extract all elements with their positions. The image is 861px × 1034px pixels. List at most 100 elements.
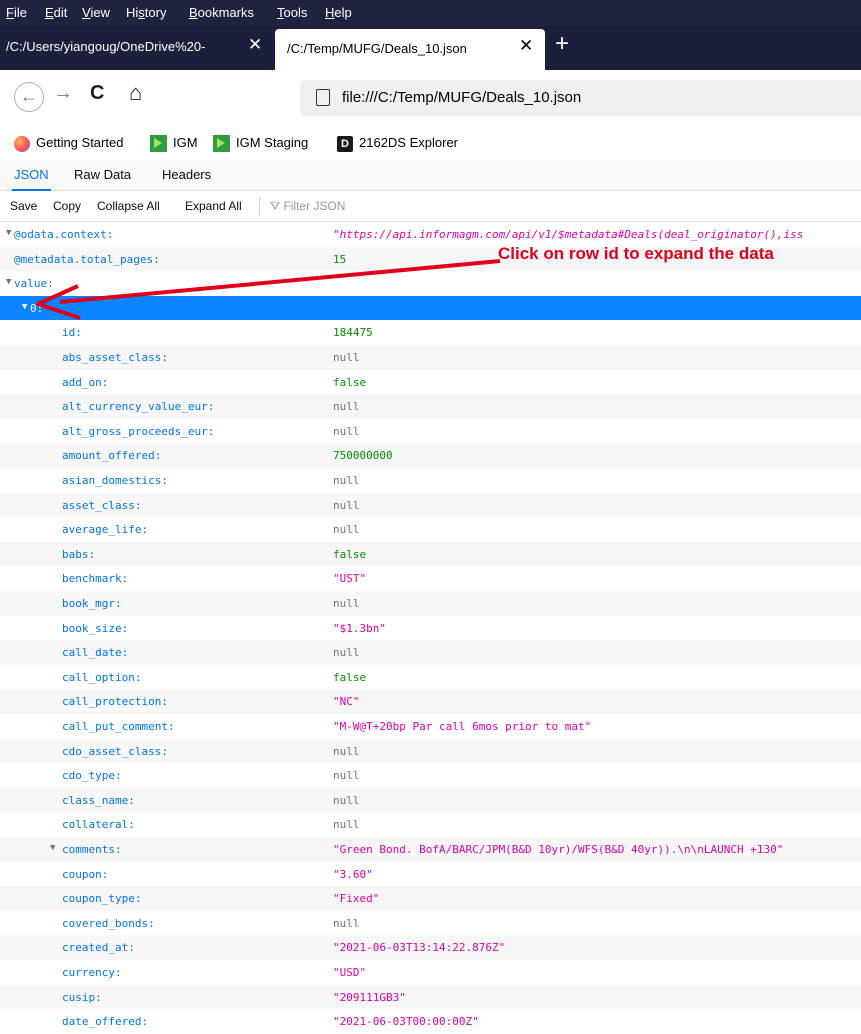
menu-file[interactable]: File [6,5,27,20]
bookmark-igm-staging[interactable]: IGM Staging [213,135,308,153]
json-key[interactable]: coupon_type: [62,892,141,905]
close-icon[interactable]: ✕ [519,36,533,56]
json-row[interactable]: call_option: false [0,665,861,690]
json-row-selected[interactable]: ▼ 0: [0,295,861,321]
json-row[interactable]: ▼ @odata.context: "https://api.informagm.c… [0,222,861,247]
collapse-all-button[interactable]: Collapse All [97,199,160,213]
menu-view[interactable]: View [82,5,110,20]
tab-raw-data[interactable]: Raw Data [74,160,131,189]
json-key[interactable]: book_mgr: [62,597,122,610]
json-row[interactable]: currency: "USD" [0,960,861,985]
json-key[interactable]: call_date: [62,646,128,659]
json-row[interactable]: collateral: null [0,812,861,837]
json-row[interactable]: call_put_comment: "M-W@T+20bp Par call 6m… [0,714,861,739]
json-row[interactable]: asian_domestics: null [0,468,861,493]
json-key[interactable]: amount_offered: [62,449,161,462]
json-row[interactable]: ▼ value: [0,271,861,296]
json-key[interactable]: id: [62,326,82,339]
menu-history[interactable]: History [126,5,166,20]
filter-json-input[interactable]: ⛛ Filter JSON [270,199,345,214]
home-icon[interactable]: ⌂ [129,80,142,106]
json-key[interactable]: date_offered: [62,1015,148,1028]
json-key[interactable]: call_protection: [62,695,168,708]
json-row[interactable]: average_life: null [0,517,861,542]
back-icon[interactable]: ← [14,82,44,112]
json-key[interactable]: cdo_type: [62,769,122,782]
json-row[interactable]: covered_bonds: null [0,911,861,936]
json-key[interactable]: cusip: [62,991,102,1004]
json-row[interactable]: date_offered: "2021-06-03T00:00:00Z" [0,1009,861,1034]
json-row[interactable]: abs_asset_class: null [0,345,861,370]
json-key[interactable]: @odata.context: [14,228,113,241]
save-button[interactable]: Save [10,199,37,213]
menu-edit[interactable]: Edit [45,5,67,20]
json-row[interactable]: book_size: "$1.3bn" [0,616,861,641]
json-row[interactable]: add_on: false [0,370,861,395]
json-key[interactable]: alt_currency_value_eur: [62,400,214,413]
bookmark-getting-started[interactable]: Getting Started [14,135,123,152]
json-row[interactable]: call_date: null [0,640,861,665]
json-row[interactable]: book_mgr: null [0,591,861,616]
expand-toggle-icon[interactable]: ▼ [6,228,11,238]
json-row[interactable]: coupon_type: "Fixed" [0,886,861,911]
json-row[interactable]: created_at: "2021-06-03T13:14:22.876Z" [0,935,861,960]
json-key[interactable]: 0: [30,302,43,315]
json-row[interactable]: alt_currency_value_eur: null [0,394,861,419]
json-row[interactable]: amount_offered: 750000000 [0,443,861,468]
json-key[interactable]: average_life: [62,523,148,536]
json-row[interactable]: babs: false [0,541,861,567]
new-tab-icon[interactable]: + [555,30,569,58]
json-row[interactable]: cdo_type: null [0,763,861,788]
json-key[interactable]: value: [14,277,54,290]
json-row[interactable]: coupon: "3.60" [0,862,861,887]
json-key[interactable]: add_on: [62,376,108,389]
url-text[interactable]: file:///C:/Temp/MUFG/Deals_10.json [342,89,581,106]
json-key[interactable]: class_name: [62,794,135,807]
json-row[interactable]: asset_class: null [0,492,861,518]
expand-toggle-icon[interactable]: ▼ [50,843,55,853]
json-key[interactable]: benchmark: [62,572,128,585]
json-key[interactable]: book_size: [62,622,128,635]
json-key[interactable]: @metadata.total_pages: [14,253,160,266]
forward-icon[interactable]: → [53,82,73,105]
json-row[interactable]: class_name: null [0,787,861,813]
json-key[interactable]: comments: [62,843,122,856]
tab-onedrive[interactable]: /C:/Users/yiangoug/OneDrive%20- ✕ [0,25,272,70]
tab-json[interactable]: JSON [12,160,51,191]
json-row[interactable]: ▼ comments: "Green Bond. BofA/BARC/JPM(B&D… [0,837,861,862]
url-bar[interactable]: file:///C:/Temp/MUFG/Deals_10.json [300,80,861,116]
json-key[interactable]: coupon: [62,868,108,881]
json-row[interactable]: benchmark: "UST" [0,566,861,591]
expand-all-button[interactable]: Expand All [185,199,242,213]
menu-tools[interactable]: Tools [277,5,307,20]
reload-icon[interactable]: C [90,82,104,105]
json-row[interactable]: id: 184475 [0,320,861,345]
bookmarks-toolbar: Getting Started IGM IGM Staging D 2162DS … [0,126,861,160]
json-key[interactable]: call_option: [62,671,141,684]
tab-headers[interactable]: Headers [162,160,211,189]
json-key[interactable]: collateral: [62,818,135,831]
bookmark-igm[interactable]: IGM [150,135,198,153]
json-key[interactable]: call_put_comment: [62,720,175,733]
tab-deals-json[interactable]: /C:/Temp/MUFG/Deals_10.json ✕ [275,29,545,70]
json-key[interactable]: asian_domestics: [62,474,168,487]
json-row[interactable]: alt_gross_proceeds_eur: null [0,419,861,444]
json-key[interactable]: babs: [62,548,95,561]
json-key[interactable]: currency: [62,966,122,979]
json-key[interactable]: alt_gross_proceeds_eur: [62,425,214,438]
bookmark-2162ds-explorer[interactable]: D 2162DS Explorer [337,135,458,152]
json-key[interactable]: abs_asset_class: [62,351,168,364]
menu-bookmarks[interactable]: Bookmarks [189,5,254,20]
json-key[interactable]: cdo_asset_class: [62,745,168,758]
copy-button[interactable]: Copy [53,199,81,213]
expand-toggle-icon[interactable]: ▼ [22,302,27,312]
close-icon[interactable]: ✕ [248,35,262,55]
json-key[interactable]: asset_class: [62,499,141,512]
json-row[interactable]: call_protection: "NC" [0,689,861,714]
json-key[interactable]: covered_bonds: [62,917,155,930]
menu-help[interactable]: Help [325,5,352,20]
expand-toggle-icon[interactable]: ▼ [6,277,11,287]
json-key[interactable]: created_at: [62,941,135,954]
json-row[interactable]: cusip: "209111GB3" [0,984,861,1010]
json-row[interactable]: cdo_asset_class: null [0,738,861,764]
